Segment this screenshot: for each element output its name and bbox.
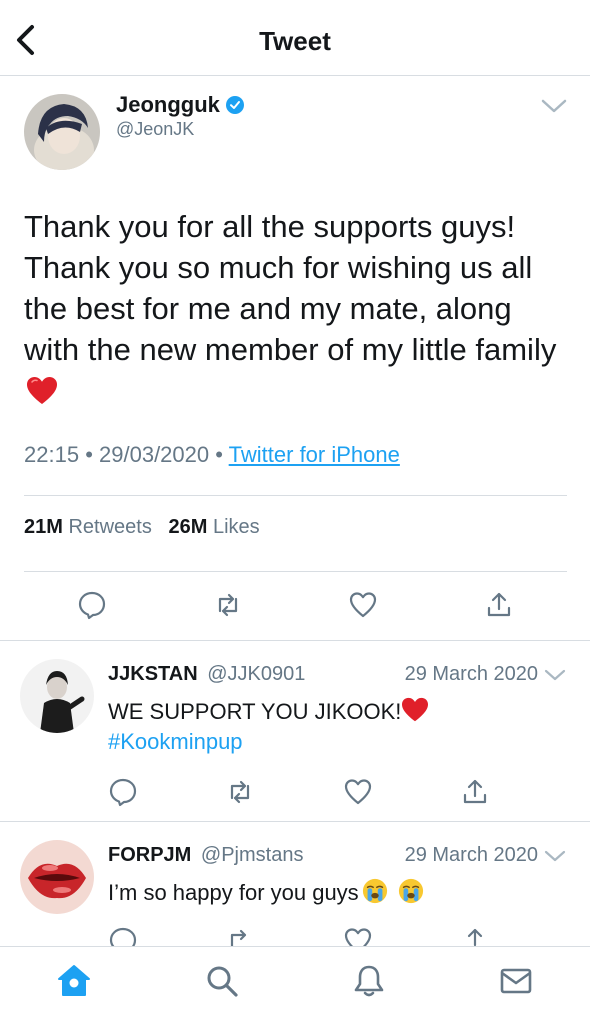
reply-body: I’m so happy for you guys bbox=[108, 878, 425, 908]
retweet-icon[interactable] bbox=[225, 777, 255, 807]
crying-face-emoji-icon bbox=[398, 878, 423, 904]
reply-date: 29 March 2020 bbox=[404, 844, 538, 866]
reply-text: WE SUPPORT YOU JIKOOK! bbox=[108, 699, 402, 724]
chevron-down-icon[interactable] bbox=[540, 96, 568, 116]
like-heart-icon[interactable] bbox=[348, 590, 378, 620]
tweet-meta: 22:15 • 29/03/2020 • Twitter for iPhone bbox=[24, 442, 400, 468]
reply-item[interactable]: JJKSTAN @JJK0901 29 March 2020 WE SUPPOR… bbox=[0, 641, 590, 821]
tweet-text: Thank you for all the supports guys! Tha… bbox=[24, 209, 557, 367]
divider bbox=[24, 571, 567, 572]
share-icon[interactable] bbox=[484, 590, 514, 620]
reply-avatar[interactable] bbox=[20, 659, 94, 733]
reply-date: 29 March 2020 bbox=[404, 663, 538, 685]
reply-item[interactable]: FORPJM @Pjmstans 29 March 2020 I’m so ha… bbox=[0, 822, 590, 956]
author-name-row: Jeongguk bbox=[116, 92, 244, 118]
retweets-stat[interactable]: 21M Retweets bbox=[24, 516, 152, 538]
search-icon[interactable] bbox=[204, 963, 240, 999]
reply-header: JJKSTAN @JJK0901 bbox=[108, 663, 305, 686]
retweets-label: Retweets bbox=[68, 516, 152, 538]
meta-separator: • bbox=[215, 442, 229, 467]
chevron-down-icon[interactable] bbox=[544, 848, 566, 864]
reply-header: FORPJM @Pjmstans bbox=[108, 844, 303, 867]
likes-stat[interactable]: 26M Likes bbox=[169, 516, 260, 538]
bottom-tab-bar bbox=[0, 946, 590, 1024]
meta-separator: • bbox=[85, 442, 100, 467]
red-heart-emoji-icon bbox=[402, 697, 429, 722]
reply-hashtag[interactable]: #Kookminpup bbox=[108, 727, 429, 757]
reply-author-handle[interactable]: @JJK0901 bbox=[207, 663, 305, 685]
tweet-source-link[interactable]: Twitter for iPhone bbox=[229, 442, 400, 467]
reply-avatar[interactable] bbox=[20, 840, 94, 914]
author-handle[interactable]: @JeonJK bbox=[116, 119, 194, 140]
chevron-down-icon[interactable] bbox=[544, 667, 566, 683]
crying-face-emoji-icon bbox=[362, 878, 387, 904]
retweets-count: 21M bbox=[24, 516, 63, 538]
reply-icon[interactable] bbox=[77, 590, 107, 620]
verified-badge-icon bbox=[225, 96, 244, 114]
reply-author-name[interactable]: JJKSTAN bbox=[108, 663, 198, 685]
reply-author-name[interactable]: FORPJM bbox=[108, 844, 191, 866]
likes-count: 26M bbox=[168, 516, 208, 538]
tweet-date: 29/03/2020 bbox=[99, 442, 210, 467]
red-heart-emoji-icon bbox=[27, 377, 57, 404]
tweet-stats: 21M Retweets 26M Likes bbox=[24, 516, 260, 539]
reply-author-handle[interactable]: @Pjmstans bbox=[201, 844, 304, 866]
reply-icon[interactable] bbox=[108, 777, 138, 807]
tweet-time: 22:15 bbox=[24, 442, 80, 467]
retweet-icon[interactable] bbox=[213, 590, 243, 620]
divider bbox=[24, 495, 567, 496]
like-heart-icon[interactable] bbox=[343, 777, 373, 807]
likes-label: Likes bbox=[212, 516, 260, 538]
notifications-icon[interactable] bbox=[351, 963, 387, 999]
tweet-body: Thank you for all the supports guys! Tha… bbox=[24, 206, 574, 411]
author-avatar[interactable] bbox=[24, 94, 100, 170]
page-title: Tweet bbox=[259, 26, 331, 56]
messages-icon[interactable] bbox=[498, 963, 534, 999]
author-name[interactable]: Jeongguk bbox=[116, 92, 220, 118]
reply-body: WE SUPPORT YOU JIKOOK! #Kookminpup bbox=[108, 697, 429, 757]
share-icon[interactable] bbox=[460, 777, 490, 807]
reply-text: I’m so happy for you guys bbox=[108, 880, 359, 905]
top-bar: Tweet bbox=[0, 0, 590, 76]
tweet-action-bar bbox=[0, 590, 590, 622]
home-icon[interactable] bbox=[56, 963, 92, 999]
